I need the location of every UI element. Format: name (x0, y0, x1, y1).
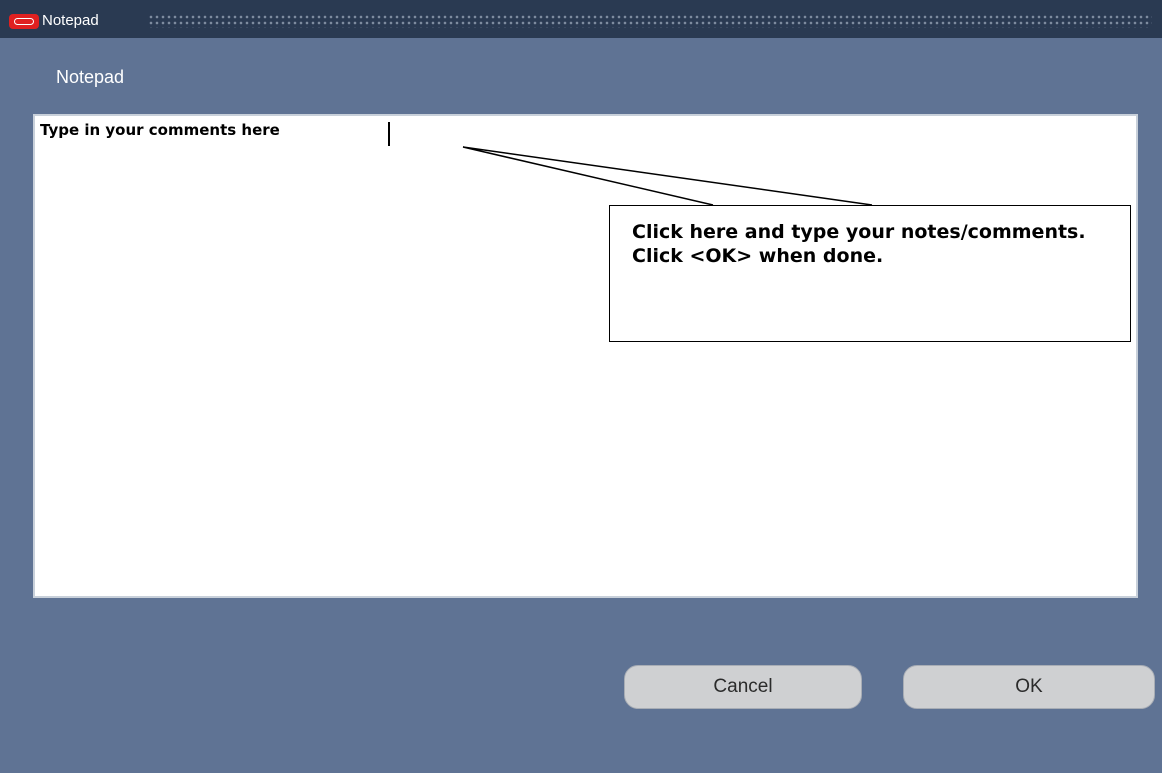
oracle-logo-icon (9, 14, 39, 29)
window-title: Notepad (42, 12, 99, 29)
cancel-button[interactable]: Cancel (624, 665, 862, 709)
notepad-window: Notepad Notepad Type in your comments he… (0, 0, 1162, 773)
ok-button[interactable]: OK (903, 665, 1155, 709)
text-cursor (388, 122, 390, 146)
notes-textarea[interactable]: Type in your comments here (33, 114, 1138, 598)
title-bar-pattern (148, 14, 1152, 28)
notepad-heading: Notepad (56, 67, 125, 87)
instruction-callout: Click here and type your notes/comments.… (609, 205, 1131, 342)
title-bar[interactable]: Notepad (0, 0, 1162, 38)
